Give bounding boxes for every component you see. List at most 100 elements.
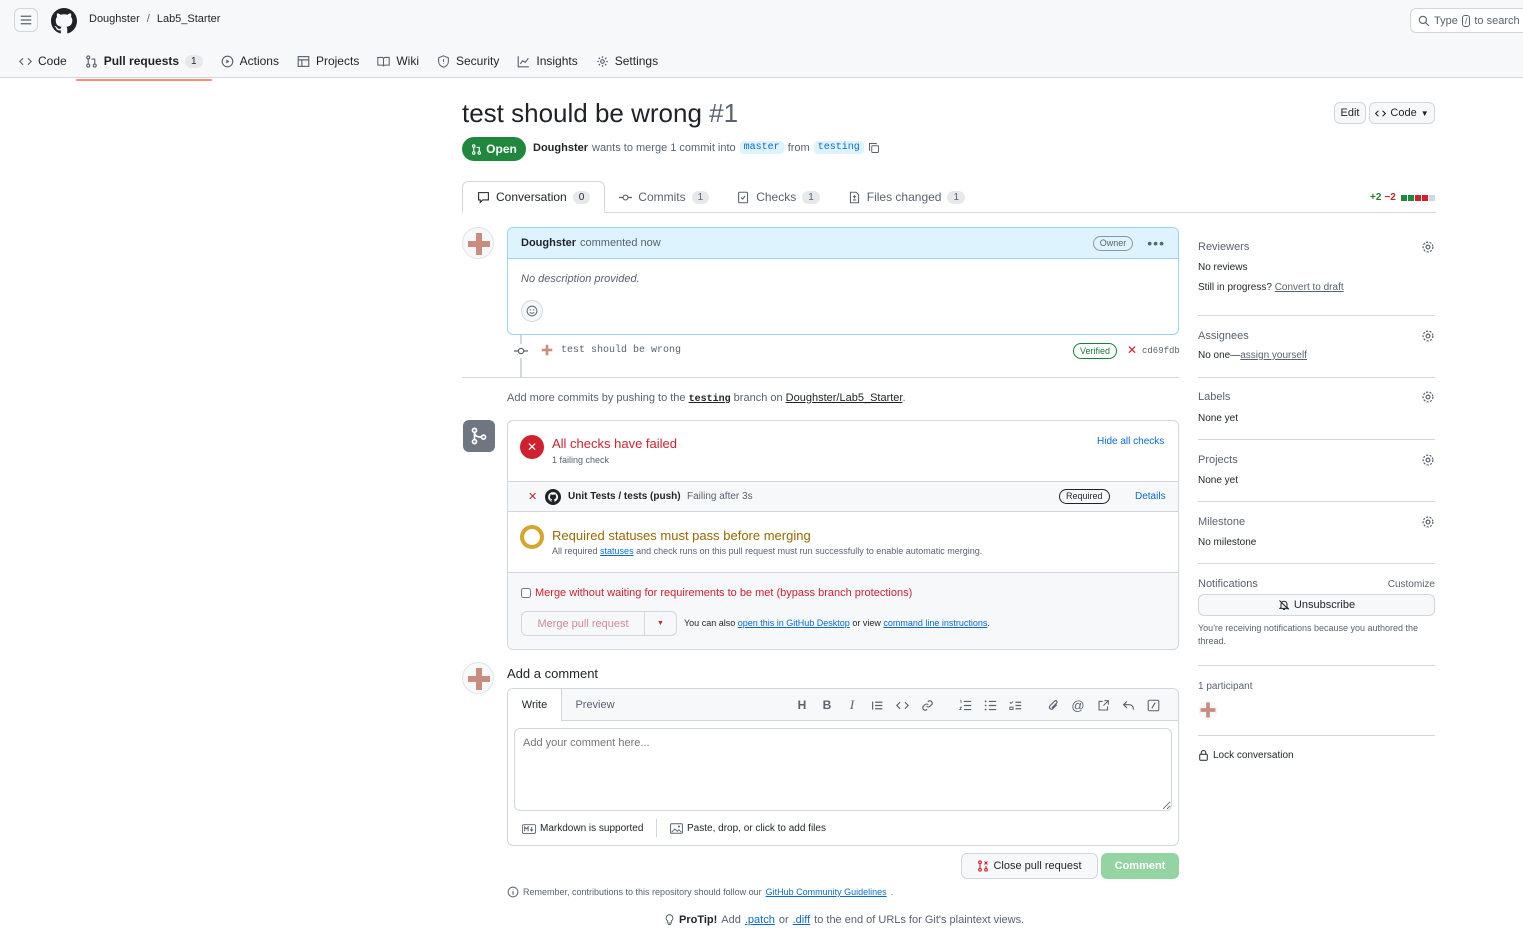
required-statuses-desc: All required statuses and check runs on … — [552, 546, 982, 556]
github-desktop-link[interactable]: open this in GitHub Desktop — [738, 618, 850, 628]
protip-or: or — [778, 914, 789, 926]
pr-author[interactable]: Doughster — [533, 142, 588, 154]
push-hint-repo[interactable]: Doughster/Lab5_Starter — [786, 392, 903, 404]
italic-icon[interactable]: I — [842, 695, 862, 715]
command-line-link[interactable]: command line instructions — [883, 618, 987, 628]
attach-divider — [656, 819, 657, 837]
labels-gear-icon[interactable] — [1421, 390, 1435, 404]
pr-state-label: Open — [486, 142, 517, 156]
check-details-link[interactable]: Details — [1135, 491, 1166, 502]
tab-commits[interactable]: Commits 1 — [605, 181, 723, 213]
comment-author[interactable]: Doughster — [521, 237, 576, 249]
labels-title[interactable]: Labels — [1198, 391, 1230, 403]
sidebar: Reviewers No reviews Still in progress? … — [1198, 228, 1435, 766]
reply-icon[interactable] — [1118, 695, 1138, 715]
tab-security[interactable]: Security — [428, 46, 508, 76]
tab-checks[interactable]: Checks 1 — [723, 181, 834, 213]
unsubscribe-button[interactable]: Unsubscribe — [1198, 594, 1435, 616]
statuses-link[interactable]: statuses — [600, 546, 634, 556]
reviewers-title[interactable]: Reviewers — [1198, 241, 1249, 253]
tab-preview[interactable]: Preview — [568, 689, 622, 721]
comment-submit-button[interactable]: Comment — [1101, 853, 1179, 879]
customize-link[interactable]: Customize — [1388, 579, 1435, 590]
assignees-title[interactable]: Assignees — [1198, 330, 1249, 342]
quote-icon[interactable] — [867, 695, 887, 715]
checks-subtitle: 1 failing check — [552, 455, 610, 465]
merge-pull-request-button[interactable]: Merge pull request ▼ — [521, 611, 677, 636]
close-pull-request-button[interactable]: Close pull request — [961, 853, 1098, 879]
tab-settings[interactable]: Settings — [587, 46, 667, 76]
commit-sha[interactable]: cd69fdb — [1142, 346, 1180, 356]
tab-projects[interactable]: Projects — [288, 46, 368, 76]
cross-reference-icon[interactable] — [1093, 695, 1113, 715]
diff-link[interactable]: .diff — [793, 914, 811, 926]
add-reaction-button[interactable] — [521, 300, 543, 322]
tab-pull-requests[interactable]: Pull requests 1 — [75, 46, 212, 81]
search-input[interactable]: Type / to search — [1410, 8, 1523, 33]
diffstat-additions: +2 — [1370, 192, 1382, 203]
avatar[interactable] — [462, 662, 494, 694]
projects-title[interactable]: Projects — [1198, 454, 1238, 466]
slash-commands-icon[interactable] — [1143, 695, 1163, 715]
hide-checks-link[interactable]: Hide all checks — [1097, 436, 1164, 447]
mention-icon[interactable]: @ — [1068, 695, 1088, 715]
community-guidelines-link[interactable]: GitHub Community Guidelines — [766, 887, 887, 897]
required-badge: Required — [1059, 489, 1110, 504]
tab-write[interactable]: Write — [508, 689, 562, 721]
unordered-list-icon[interactable] — [980, 695, 1000, 715]
commit-status-x-icon[interactable]: ✕ — [1127, 343, 1137, 357]
breadcrumb-repo[interactable]: Lab5_Starter — [157, 13, 221, 25]
convert-to-draft-link[interactable]: Convert to draft — [1275, 282, 1344, 293]
paperclip-icon[interactable] — [1043, 695, 1063, 715]
bypass-label[interactable]: Merge without waiting for requirements t… — [535, 587, 912, 599]
copy-icon[interactable] — [868, 142, 880, 154]
tab-code[interactable]: Code — [10, 46, 76, 76]
lock-conversation[interactable]: Lock conversation — [1198, 736, 1435, 766]
base-branch[interactable]: master — [739, 141, 784, 154]
pending-status-icon — [520, 525, 544, 549]
avatar[interactable] — [462, 227, 494, 259]
ordered-list-icon[interactable] — [955, 695, 975, 715]
commit-avatar[interactable] — [540, 343, 554, 357]
community-guidelines-note: Remember, contributions to this reposito… — [507, 886, 893, 898]
link-icon[interactable] — [917, 695, 937, 715]
code-icon[interactable] — [892, 695, 912, 715]
bold-icon[interactable]: B — [817, 695, 837, 715]
milestone-title[interactable]: Milestone — [1198, 516, 1245, 528]
milestone-gear-icon[interactable] — [1421, 515, 1435, 529]
code-dropdown-button[interactable]: Code ▼ — [1369, 102, 1435, 124]
task-list-icon[interactable] — [1005, 695, 1025, 715]
assignees-gear-icon[interactable] — [1421, 329, 1435, 343]
pr-from-text: from — [787, 141, 810, 154]
commit-message[interactable]: test should be wrong — [561, 345, 681, 356]
assign-yourself-link[interactable]: assign yourself — [1240, 350, 1307, 361]
tab-files-changed[interactable]: Files changed 1 — [834, 181, 979, 213]
diffstat-deletions: −2 — [1384, 192, 1396, 203]
merge-options-caret-icon[interactable]: ▼ — [645, 612, 676, 635]
attach-files[interactable]: Paste, drop, or click to add files — [670, 823, 826, 834]
breadcrumb-owner[interactable]: Doughster — [89, 13, 140, 25]
push-hint-branch[interactable]: testing — [689, 394, 731, 405]
kebab-menu-icon[interactable]: ••• — [1147, 235, 1165, 251]
github-logo-icon[interactable] — [50, 7, 78, 35]
heading-icon[interactable]: H — [792, 695, 812, 715]
verified-badge[interactable]: Verified — [1073, 343, 1118, 359]
projects-gear-icon[interactable] — [1421, 453, 1435, 467]
markdown-note[interactable]: Markdown is supported — [522, 823, 643, 834]
bypass-checkbox[interactable] — [521, 588, 531, 598]
protip-end: to the end of URLs for Git's plaintext v… — [814, 914, 1025, 926]
participant-avatar[interactable] — [1198, 700, 1218, 720]
tab-actions[interactable]: Actions — [212, 46, 288, 76]
comment-textarea[interactable] — [514, 728, 1172, 811]
comment-time[interactable]: commented now — [580, 237, 661, 249]
tab-wiki[interactable]: Wiki — [368, 46, 428, 76]
tab-conversation[interactable]: Conversation 0 — [462, 181, 606, 213]
required-statuses-post: and check runs on this pull request must… — [636, 546, 983, 556]
edit-button[interactable]: Edit — [1334, 102, 1366, 124]
reviewers-gear-icon[interactable] — [1421, 240, 1435, 254]
patch-link[interactable]: .patch — [745, 914, 775, 926]
head-branch[interactable]: testing — [813, 141, 864, 154]
tab-insights[interactable]: Insights — [508, 46, 586, 76]
code-icon — [1375, 109, 1387, 117]
menu-button[interactable] — [14, 8, 38, 32]
